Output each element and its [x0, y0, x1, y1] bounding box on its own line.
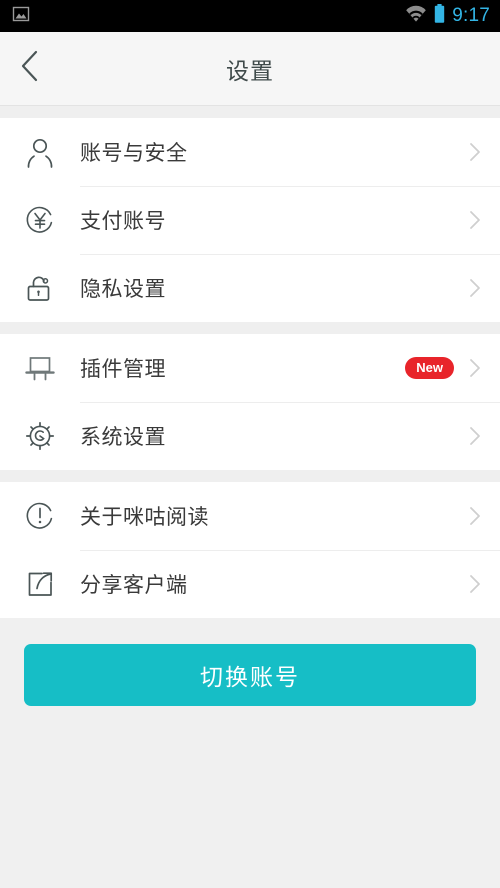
settings-row-label: 系统设置: [80, 426, 166, 449]
settings-row-label: 关于咪咕阅读: [80, 506, 209, 529]
back-button[interactable]: [0, 32, 60, 106]
battery-icon: [434, 4, 445, 28]
group-separator: [0, 106, 500, 118]
chevron-right-icon: [468, 574, 482, 594]
settings-group-about: 关于咪咕阅读 分享客户端: [0, 482, 500, 618]
status-badge: New: [405, 357, 454, 379]
settings-row-label: 隐私设置: [80, 278, 166, 301]
chevron-left-icon: [19, 49, 41, 88]
status-bar: 9:17: [0, 0, 500, 32]
group-separator: [0, 322, 500, 334]
status-bar-indicators: 9:17: [405, 4, 490, 28]
plugin-icon: [20, 348, 60, 388]
phone-screen: 9:17 设置 账号与安全 支付账号 隐私设置 插件管理 New 系统设置 关于…: [0, 0, 500, 888]
status-bar-clock: 9:17: [452, 5, 490, 26]
settings-row-label: 支付账号: [80, 210, 166, 233]
unlock-icon: [20, 268, 60, 308]
settings-row-about[interactable]: 关于咪咕阅读: [0, 482, 500, 550]
settings-row-share-app[interactable]: 分享客户端: [0, 550, 500, 618]
settings-group-account: 账号与安全 支付账号 隐私设置: [0, 118, 500, 322]
settings-row-label: 插件管理: [80, 358, 166, 381]
info-icon: [20, 496, 60, 536]
status-bar-notifications: [12, 5, 30, 28]
group-separator: [0, 470, 500, 482]
action-area: 切换账号: [0, 618, 500, 888]
gear-icon: [20, 416, 60, 456]
wifi-icon: [405, 5, 427, 27]
page-title: 设置: [226, 57, 274, 84]
yen-circle-icon: [20, 200, 60, 240]
chevron-right-icon: [468, 210, 482, 230]
chevron-right-icon: [468, 506, 482, 526]
chevron-right-icon: [468, 278, 482, 298]
chevron-right-icon: [468, 426, 482, 446]
settings-row-label: 账号与安全: [80, 142, 188, 165]
app-header: 设置: [0, 32, 500, 106]
settings-row-account-security[interactable]: 账号与安全: [0, 118, 500, 186]
settings-group-system: 插件管理 New 系统设置: [0, 334, 500, 470]
person-icon: [20, 132, 60, 172]
settings-row-plugin-manager[interactable]: 插件管理 New: [0, 334, 500, 402]
chevron-right-icon: [468, 358, 482, 378]
settings-row-system-settings[interactable]: 系统设置: [0, 402, 500, 470]
switch-account-button[interactable]: 切换账号: [24, 644, 476, 706]
chevron-right-icon: [468, 142, 482, 162]
image-icon: [12, 5, 30, 28]
settings-row-privacy[interactable]: 隐私设置: [0, 254, 500, 322]
share-icon: [20, 564, 60, 604]
settings-row-payment-account[interactable]: 支付账号: [0, 186, 500, 254]
settings-row-label: 分享客户端: [80, 574, 188, 597]
